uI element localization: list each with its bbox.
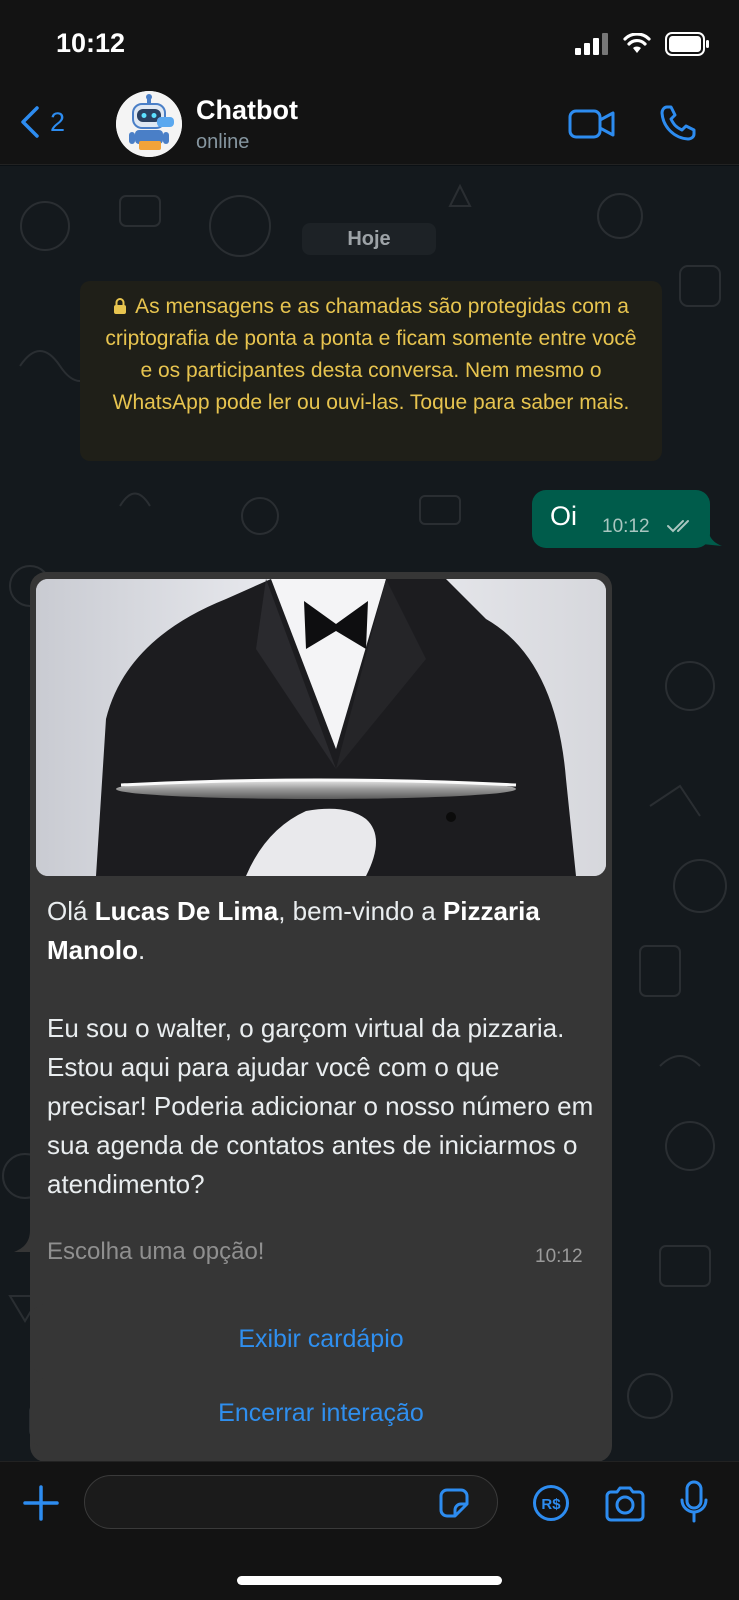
- status-time: 10:12: [56, 28, 126, 58]
- unread-count: 2: [50, 106, 66, 137]
- chat-header: 2 Chatbot online: [0, 85, 739, 165]
- waiter-image[interactable]: [36, 579, 606, 876]
- option-show-menu-button[interactable]: Exibir cardápio: [30, 1304, 612, 1374]
- chat-area[interactable]: Hoje As mensagens e as chamadas são prot…: [0, 166, 739, 1461]
- user-name: Lucas De Lima: [94, 896, 279, 926]
- camera-icon: [605, 1486, 645, 1522]
- incoming-message-time: 10:12: [535, 1246, 583, 1267]
- outgoing-message[interactable]: Oi 10:12: [532, 490, 710, 548]
- greeting-prefix: Olá: [47, 896, 95, 926]
- message-input[interactable]: [84, 1475, 498, 1529]
- lock-icon: [114, 298, 127, 314]
- video-call-icon: [568, 109, 615, 139]
- contact-name[interactable]: Chatbot: [196, 95, 298, 126]
- attach-button[interactable]: [22, 1484, 60, 1527]
- date-divider: Hoje: [302, 223, 436, 255]
- pix-payment-icon: R$: [533, 1485, 569, 1521]
- encryption-notice[interactable]: As mensagens e as chamadas são protegida…: [80, 281, 662, 461]
- waiter-photo: [36, 579, 606, 876]
- greeting-line: Olá Lucas De Lima, bem-vindo a Pizzaria …: [47, 892, 597, 970]
- contact-avatar[interactable]: [116, 91, 182, 157]
- robot-avatar-icon: [116, 91, 182, 157]
- sticker-icon: [439, 1488, 469, 1518]
- video-call-button[interactable]: [568, 107, 616, 146]
- outgoing-message-time: 10:12: [602, 516, 650, 537]
- signal-icon: [575, 33, 608, 55]
- option-end-interaction-button[interactable]: Encerrar interação: [30, 1378, 612, 1448]
- home-indicator[interactable]: [237, 1576, 502, 1585]
- phone-icon: [660, 105, 696, 141]
- sticker-button[interactable]: [437, 1486, 471, 1525]
- greeting-mid: , bem-vindo a: [278, 896, 443, 926]
- outgoing-message-text: Oi: [550, 501, 577, 531]
- wifi-icon: [623, 33, 651, 53]
- svg-text:R$: R$: [541, 1496, 561, 1513]
- chevron-left-icon: [21, 106, 39, 138]
- microphone-icon: [680, 1480, 708, 1523]
- status-icons: [575, 32, 711, 56]
- payment-button[interactable]: R$: [532, 1484, 570, 1527]
- contact-status: online: [196, 131, 250, 153]
- encryption-notice-text: As mensagens e as chamadas são protegida…: [105, 295, 637, 414]
- greeting-end: .: [138, 935, 146, 965]
- voice-message-button[interactable]: [679, 1480, 709, 1529]
- battery-icon: [665, 32, 709, 56]
- composer-bar: R$: [0, 1461, 739, 1600]
- voice-call-button[interactable]: [658, 103, 698, 148]
- plus-icon: [23, 1485, 59, 1521]
- message-paragraph: Eu sou o walter, o garçom virtual da piz…: [47, 1013, 594, 1199]
- message-body: Olá Lucas De Lima, bem-vindo a Pizzaria …: [47, 892, 597, 1204]
- message-footer: Escolha uma opção!: [47, 1238, 265, 1265]
- camera-button[interactable]: [604, 1486, 646, 1527]
- back-button[interactable]: 2: [20, 105, 65, 139]
- double-check-icon: [667, 520, 689, 533]
- status-bar: 10:12: [0, 0, 739, 85]
